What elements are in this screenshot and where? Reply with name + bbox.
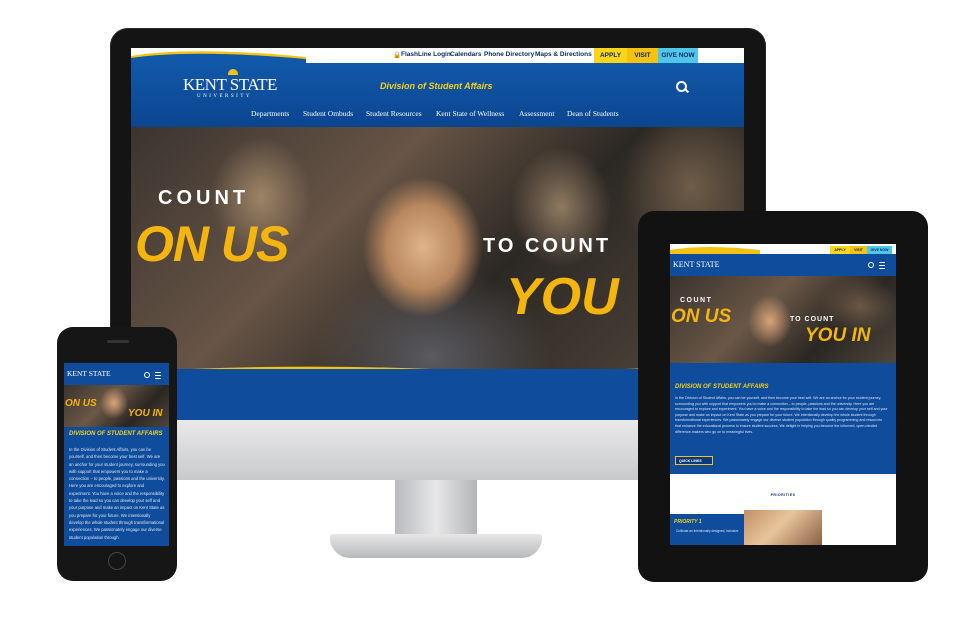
priority-photo	[744, 510, 822, 545]
kent-state-logo[interactable]: KENT STATE	[183, 75, 277, 95]
priority-text: Cultivate an intentionally designed, inc…	[676, 529, 739, 533]
tablet-search-icon[interactable]	[868, 262, 874, 268]
phone-section-body: In the Division of Student Affairs, you …	[69, 447, 165, 540]
phone-hero-you-in: YOU IN	[128, 408, 163, 419]
phone-header: KENT STATE	[64, 363, 169, 385]
tablet-give-button[interactable]: GIVE NOW	[867, 246, 892, 254]
phone-directory-link[interactable]: Phone Directory	[484, 51, 534, 58]
tablet-hero-you-in: YOU IN	[805, 325, 871, 346]
tablet-hero-count: COUNT	[680, 297, 713, 304]
nav-kent-state-of-wellness[interactable]: Kent State of Wellness	[436, 109, 504, 118]
tablet-logo[interactable]: KENT STATE	[673, 260, 720, 269]
imac-base	[330, 534, 542, 558]
utility-bar: 🔒 FlashLine Login Calendars Phone Direct…	[131, 48, 744, 63]
division-title[interactable]: Division of Student Affairs	[380, 81, 493, 91]
tablet-apply-button[interactable]: APPLY	[830, 246, 850, 254]
header-gold-swoosh	[131, 51, 306, 63]
lock-icon: 🔒	[393, 52, 402, 59]
priority-title: PRIORITY 1	[674, 519, 702, 525]
maps-directions-link[interactable]: Maps & Directions	[535, 51, 592, 58]
tablet-hero: COUNT ON US TO COUNT YOU IN	[670, 276, 896, 363]
tablet-screen: APPLY VISIT GIVE NOW KENT STATE COUNT ON…	[670, 244, 896, 545]
imac-stand	[395, 480, 477, 535]
nav-student-ombuds[interactable]: Student Ombuds	[303, 109, 353, 118]
logo-subtitle: UNIVERSITY	[197, 94, 252, 99]
hero-count-text: COUNT	[158, 187, 250, 209]
flashline-login-link[interactable]: FlashLine Login	[401, 51, 451, 58]
nav-student-resources[interactable]: Student Resources	[366, 109, 422, 118]
iphone-speaker	[107, 340, 129, 343]
phone-section-title: DIVISION OF STUDENT AFFAIRS	[69, 431, 163, 437]
apply-button[interactable]: APPLY	[594, 48, 627, 63]
phone-hero: ON US YOU IN	[64, 385, 169, 427]
tablet-visit-button[interactable]: VISIT	[850, 246, 867, 254]
tablet-section-title: DIVISION OF STUDENT AFFAIRS	[675, 384, 769, 390]
phone-hero-on-us: ON US	[65, 398, 97, 409]
phone-menu-icon[interactable]	[155, 372, 161, 379]
nav-departments[interactable]: Departments	[251, 109, 289, 118]
search-icon[interactable]	[676, 81, 687, 92]
nav-assessment[interactable]: Assessment	[519, 109, 554, 118]
hero-on-us-text: ON US	[135, 216, 289, 272]
phone-logo[interactable]: KENT STATE	[67, 369, 111, 378]
quick-links-button[interactable]: QUICK LINKS	[675, 456, 713, 465]
phone-screen: KENT STATE ON US YOU IN DIVISION OF STUD…	[64, 363, 169, 546]
hero-you-text: YOU	[506, 268, 619, 326]
tablet-section-body: In the Division of Student Affairs, you …	[675, 396, 888, 434]
tablet-gold-swoosh	[670, 247, 760, 254]
priorities-label: PRIORITIES	[770, 493, 796, 497]
phone-search-icon[interactable]	[144, 372, 150, 378]
tablet-header: KENT STATE	[670, 254, 896, 276]
quick-links-label: QUICK LINKS	[679, 458, 702, 463]
tablet-utility-bar: APPLY VISIT GIVE NOW	[670, 244, 896, 254]
calendars-link[interactable]: Calendars	[450, 51, 481, 58]
tablet-hero-to-count: TO COUNT	[790, 316, 835, 323]
give-now-button[interactable]: GIVE NOW	[658, 48, 698, 63]
nav-dean-of-students[interactable]: Dean of Students	[567, 109, 619, 118]
tablet-hero-on-us: ON US	[671, 306, 732, 327]
site-header: KENT STATE UNIVERSITY Division of Studen…	[131, 63, 744, 127]
tablet-intro-section: DIVISION OF STUDENT AFFAIRS In the Divis…	[670, 363, 896, 474]
iphone-home-button	[108, 552, 126, 570]
hero-to-count-text: TO COUNT	[483, 235, 612, 257]
tablet-priorities-section: PRIORITIES PRIORITY 1 Cultivate an inten…	[670, 474, 896, 545]
visit-button[interactable]: VISIT	[627, 48, 658, 63]
tablet-menu-icon[interactable]	[879, 262, 885, 269]
